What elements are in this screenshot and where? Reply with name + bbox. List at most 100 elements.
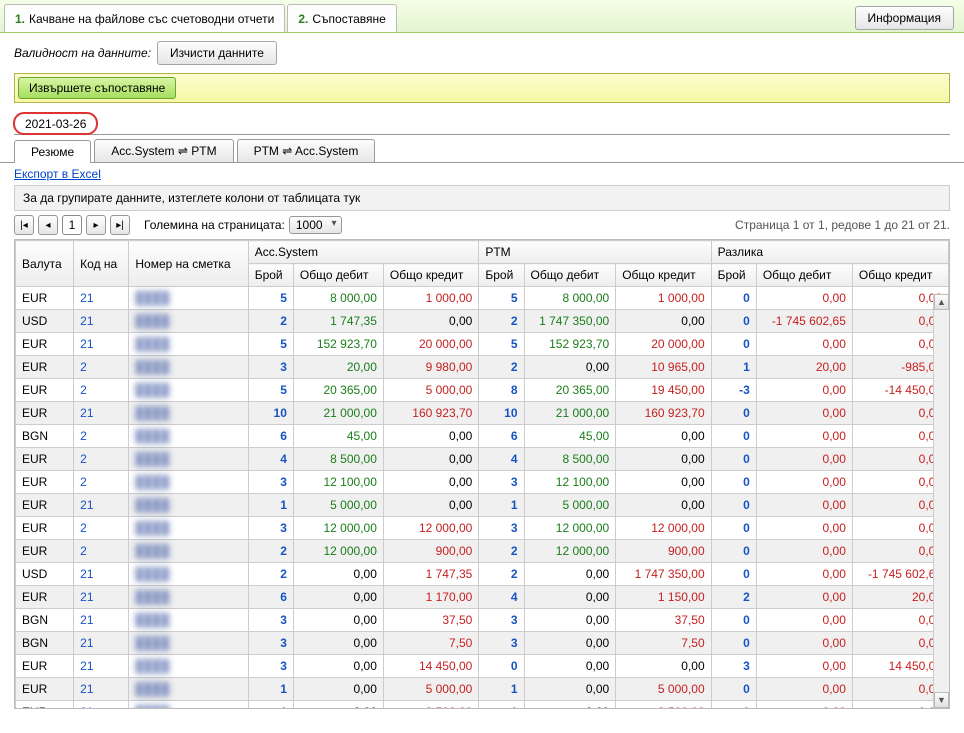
col-ptm-count[interactable]: Брой: [479, 264, 524, 287]
table-row[interactable]: EUR21████10,005 000,0010,005 000,0000,00…: [16, 678, 949, 701]
table-row[interactable]: EUR21████60,001 170,0040,001 150,0020,00…: [16, 586, 949, 609]
compare-bar: Извършете съпоставяне: [14, 73, 950, 103]
cell[interactable]: 21: [74, 609, 129, 632]
table-row[interactable]: BGN2████645,000,00645,000,0000,000,00: [16, 425, 949, 448]
cell[interactable]: 21: [74, 586, 129, 609]
col-acc-credit[interactable]: Общо кредит: [383, 264, 478, 287]
cell: USD: [16, 563, 74, 586]
col-acc-count[interactable]: Брой: [248, 264, 293, 287]
cell[interactable]: 21: [74, 494, 129, 517]
cell: 0,00: [756, 471, 852, 494]
cell: 12 100,00: [524, 471, 616, 494]
cell[interactable]: 2: [74, 425, 129, 448]
cell: ████: [129, 402, 248, 425]
grid-wrapper: Валута Код на Номер на сметка Acc.System…: [14, 239, 950, 709]
cell[interactable]: 21: [74, 701, 129, 710]
pager-prev-button[interactable]: ◂: [38, 215, 58, 235]
cell[interactable]: 21: [74, 310, 129, 333]
table-row[interactable]: USD21████20,001 747,3520,001 747 350,000…: [16, 563, 949, 586]
cell: USD: [16, 310, 74, 333]
cell: 4: [479, 586, 524, 609]
cell: 14 450,00: [383, 655, 478, 678]
cell[interactable]: 2: [74, 517, 129, 540]
col-group-ptm[interactable]: PTM: [479, 241, 711, 264]
col-acc-debit[interactable]: Общо дебит: [293, 264, 383, 287]
pager-next-button[interactable]: ▸: [86, 215, 106, 235]
col-group-diff[interactable]: Разлика: [711, 241, 948, 264]
pager-last-button[interactable]: ▸|: [110, 215, 130, 235]
col-diff-credit[interactable]: Общо кредит: [852, 264, 948, 287]
table-row[interactable]: EUR21████30,0014 450,0000,000,0030,0014 …: [16, 655, 949, 678]
cell[interactable]: 2: [74, 356, 129, 379]
cell: 3: [248, 609, 293, 632]
tab-ptm-to-acc[interactable]: PTM ⇌ Acc.System: [237, 139, 376, 162]
cell: 0: [479, 655, 524, 678]
cell: 0,00: [756, 632, 852, 655]
export-excel-link[interactable]: Експорт в Excel: [14, 167, 101, 181]
table-row[interactable]: USD21████21 747,350,0021 747 350,000,000…: [16, 310, 949, 333]
clear-data-button[interactable]: Изчисти данните: [157, 41, 277, 65]
col-ptm-debit[interactable]: Общо дебит: [524, 264, 616, 287]
col-code[interactable]: Код на: [74, 241, 129, 287]
table-row[interactable]: EUR2████212 000,00900,00212 000,00900,00…: [16, 540, 949, 563]
cell[interactable]: 21: [74, 287, 129, 310]
col-diff-count[interactable]: Брой: [711, 264, 756, 287]
table-row[interactable]: EUR2████520 365,005 000,00820 365,0019 4…: [16, 379, 949, 402]
cell: 0,00: [756, 678, 852, 701]
pager-page-input[interactable]: [62, 215, 82, 235]
cell: ████: [129, 471, 248, 494]
page-size-select[interactable]: 1000: [289, 216, 342, 234]
col-diff-debit[interactable]: Общо дебит: [756, 264, 852, 287]
cell[interactable]: 21: [74, 333, 129, 356]
tab-acc-to-ptm[interactable]: Acc.System ⇌ PTM: [94, 139, 233, 162]
step-tab-2[interactable]: 2. Съпоставяне: [287, 4, 396, 32]
col-group-acc[interactable]: Acc.System: [248, 241, 479, 264]
tab-resume[interactable]: Резюме: [14, 140, 91, 163]
cell[interactable]: 21: [74, 563, 129, 586]
table-row[interactable]: EUR21████1021 000,00160 923,701021 000,0…: [16, 402, 949, 425]
top-step-bar: 1. Качване на файлове със счетоводни отч…: [0, 0, 964, 33]
scroll-down-icon[interactable]: ▼: [934, 692, 949, 708]
cell: 1: [248, 678, 293, 701]
cell[interactable]: 2: [74, 448, 129, 471]
cell[interactable]: 2: [74, 471, 129, 494]
table-row[interactable]: EUR21████5152 923,7020 000,005152 923,70…: [16, 333, 949, 356]
col-ptm-credit[interactable]: Общо кредит: [616, 264, 711, 287]
info-button[interactable]: Информация: [855, 6, 954, 30]
date-tab[interactable]: 2021-03-26: [14, 113, 97, 134]
page-size-label: Големина на страницата:: [144, 218, 285, 232]
table-row[interactable]: EUR2████320,009 980,0020,0010 965,00120,…: [16, 356, 949, 379]
cell: 1: [479, 494, 524, 517]
run-compare-button[interactable]: Извършете съпоставяне: [18, 77, 176, 99]
group-by-hint[interactable]: За да групирате данните, изтеглете колон…: [14, 185, 950, 211]
table-row[interactable]: EUR21████58 000,001 000,0058 000,001 000…: [16, 287, 949, 310]
cell[interactable]: 21: [74, 632, 129, 655]
col-account[interactable]: Номер на сметка: [129, 241, 248, 287]
table-row[interactable]: BGN21████30,0037,5030,0037,5000,000,00: [16, 609, 949, 632]
col-currency[interactable]: Валута: [16, 241, 74, 287]
scroll-up-icon[interactable]: ▲: [934, 294, 949, 310]
cell: 12 000,00: [383, 517, 478, 540]
table-row[interactable]: EUR2████312 000,0012 000,00312 000,0012 …: [16, 517, 949, 540]
cell: 0,00: [524, 701, 616, 710]
cell: 0,00: [524, 356, 616, 379]
cell: EUR: [16, 379, 74, 402]
pager-first-button[interactable]: |◂: [14, 215, 34, 235]
cell[interactable]: 21: [74, 402, 129, 425]
cell[interactable]: 21: [74, 655, 129, 678]
cell[interactable]: 2: [74, 379, 129, 402]
cell: EUR: [16, 540, 74, 563]
table-row[interactable]: EUR2████48 500,000,0048 500,000,0000,000…: [16, 448, 949, 471]
cell[interactable]: 2: [74, 540, 129, 563]
table-row[interactable]: EUR21████15 000,000,0015 000,000,0000,00…: [16, 494, 949, 517]
cell: 2: [479, 540, 524, 563]
vertical-scrollbar[interactable]: ▲ ▼: [933, 294, 949, 708]
cell[interactable]: 21: [74, 678, 129, 701]
table-row[interactable]: BGN21████30,007,5030,007,5000,000,00: [16, 632, 949, 655]
cell: 0: [711, 540, 756, 563]
cell: 0,00: [616, 310, 711, 333]
table-row[interactable]: EUR2████312 100,000,00312 100,000,0000,0…: [16, 471, 949, 494]
table-row[interactable]: EUR21████10,008 500,0010,008 500,0000,00…: [16, 701, 949, 710]
step-tab-1[interactable]: 1. Качване на файлове със счетоводни отч…: [4, 4, 285, 32]
cell: 8 500,00: [616, 701, 711, 710]
